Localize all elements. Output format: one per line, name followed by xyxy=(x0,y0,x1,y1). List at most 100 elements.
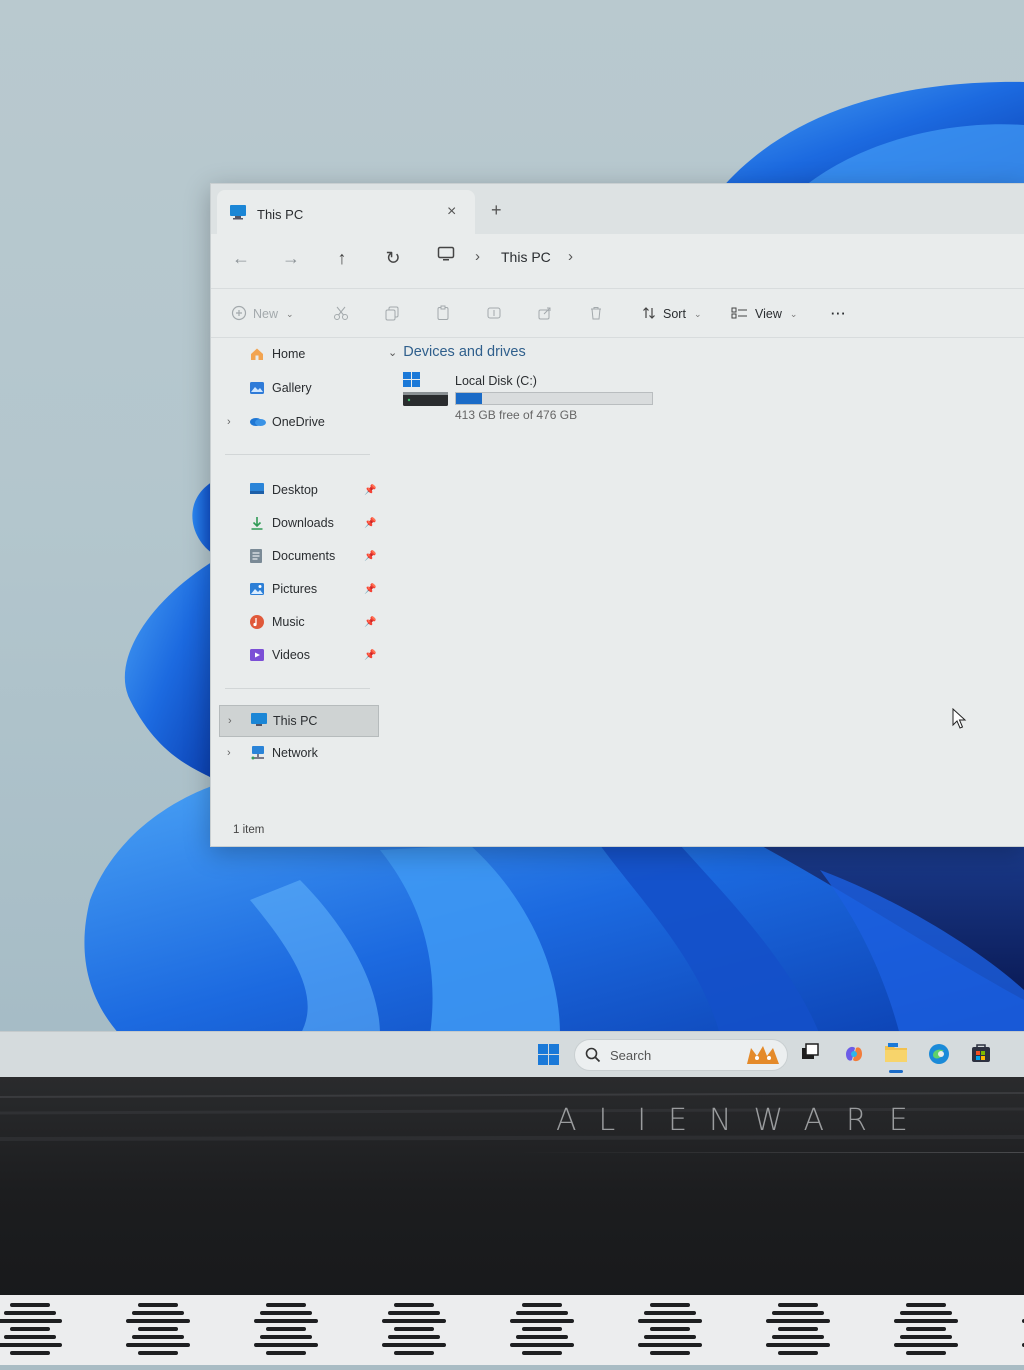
sort-label: Sort xyxy=(663,307,686,321)
sidebar-item-label: Home xyxy=(272,347,306,361)
tab-close-button[interactable]: × xyxy=(447,203,456,221)
new-button[interactable]: New ⌄ xyxy=(231,303,294,325)
mouse-pointer-icon xyxy=(952,707,968,735)
grille-slot xyxy=(894,1343,958,1347)
grille-slot xyxy=(772,1335,824,1339)
grille-slot xyxy=(266,1327,306,1331)
grille-slot xyxy=(10,1351,50,1355)
sidebar-item-onedrive[interactable]: › OneDrive xyxy=(219,408,377,436)
start-button[interactable] xyxy=(538,1044,560,1071)
this-pc-icon xyxy=(229,204,247,225)
pin-icon[interactable]: 📌 xyxy=(364,584,376,595)
task-view-icon[interactable] xyxy=(800,1042,820,1067)
new-tab-button[interactable]: + xyxy=(491,200,502,221)
sidebar-item-videos[interactable]: Videos 📌 xyxy=(219,641,377,669)
grille-slot xyxy=(766,1319,830,1323)
search-icon xyxy=(585,1047,601,1068)
breadcrumb-separator[interactable]: › xyxy=(475,248,480,265)
file-explorer-window: This PC × + ← → ↑ ↻ › This PC › New ⌄ So… xyxy=(210,183,1024,847)
status-item-count: 1 item xyxy=(233,824,265,836)
grille-slot xyxy=(138,1351,178,1355)
rename-button[interactable] xyxy=(486,303,502,325)
drive-tile-local-disk[interactable]: Local Disk (C:) 413 GB free of 476 GB xyxy=(403,372,663,428)
grille-slot xyxy=(650,1327,690,1331)
sidebar-item-label: Desktop xyxy=(272,483,318,497)
content-pane[interactable]: ⌄ Devices and drives Local Disk (C:) 413… xyxy=(381,336,1024,846)
breadcrumb-separator[interactable]: › xyxy=(568,248,573,265)
sidebar-divider xyxy=(225,688,370,689)
grille-slot xyxy=(260,1311,312,1315)
sidebar-item-pictures[interactable]: Pictures 📌 xyxy=(219,575,377,603)
edge-icon[interactable] xyxy=(927,1042,951,1071)
grille-slot xyxy=(0,1343,62,1347)
grille-slot xyxy=(644,1335,696,1339)
pin-icon[interactable]: 📌 xyxy=(364,518,376,529)
drive-free-space: 413 GB free of 476 GB xyxy=(455,408,578,422)
copy-icon xyxy=(384,305,400,324)
grille-slot xyxy=(254,1343,318,1347)
sidebar-item-network[interactable]: › Network xyxy=(219,739,377,767)
sidebar-item-label: Music xyxy=(272,615,305,629)
grille-slot xyxy=(900,1335,952,1339)
pin-icon[interactable]: 📌 xyxy=(364,551,376,562)
sidebar-item-home[interactable]: Home xyxy=(219,340,377,368)
back-button[interactable]: ← xyxy=(225,244,257,272)
taskbar-search-box[interactable]: Search xyxy=(574,1039,788,1071)
grille-slot xyxy=(388,1311,440,1315)
chevron-down-icon: ⌄ xyxy=(388,346,398,359)
view-label: View xyxy=(755,307,782,321)
grille-slot xyxy=(522,1351,562,1355)
view-button[interactable]: View ⌄ xyxy=(731,303,797,325)
forward-button[interactable]: → xyxy=(275,244,307,272)
delete-button[interactable] xyxy=(588,303,604,325)
chevron-down-icon: ⌄ xyxy=(789,308,798,319)
sidebar-item-desktop[interactable]: Desktop 📌 xyxy=(219,476,377,504)
sidebar-item-label: This PC xyxy=(273,714,318,728)
microsoft-store-icon[interactable] xyxy=(970,1042,992,1069)
sidebar-item-this-pc[interactable]: › This PC xyxy=(219,705,379,737)
chevron-right-icon[interactable]: › xyxy=(227,747,231,759)
file-explorer-icon[interactable] xyxy=(884,1042,908,1069)
copy-button[interactable] xyxy=(384,303,400,325)
grille-slot xyxy=(778,1327,818,1331)
grille-slot xyxy=(906,1351,946,1355)
cut-button[interactable] xyxy=(333,303,349,325)
grille-slot xyxy=(772,1311,824,1315)
grille-slot xyxy=(510,1319,574,1323)
breadcrumb-this-pc[interactable]: This PC xyxy=(501,249,551,265)
sidebar-item-label: Gallery xyxy=(272,381,312,395)
refresh-button[interactable]: ↻ xyxy=(377,244,409,272)
keyboard-grille xyxy=(0,1295,1024,1365)
monitor-icon[interactable] xyxy=(437,246,455,267)
paste-button[interactable] xyxy=(435,303,451,325)
sidebar-item-label: OneDrive xyxy=(272,415,325,429)
drive-icon xyxy=(403,372,449,417)
sidebar-item-music[interactable]: Music 📌 xyxy=(219,608,377,636)
sidebar-item-downloads[interactable]: Downloads 📌 xyxy=(219,509,377,537)
grille-slot xyxy=(382,1319,446,1323)
search-highlight-icon xyxy=(743,1042,783,1073)
chevron-right-icon[interactable]: › xyxy=(227,416,231,428)
sort-icon xyxy=(641,305,657,324)
share-button[interactable] xyxy=(537,303,553,325)
grille-slot xyxy=(766,1343,830,1347)
pin-icon[interactable]: 📌 xyxy=(364,650,376,661)
tab-this-pc[interactable]: This PC × xyxy=(217,190,475,234)
sidebar-item-documents[interactable]: Documents 📌 xyxy=(219,542,377,570)
copilot-icon[interactable] xyxy=(842,1042,866,1071)
pin-icon[interactable]: 📌 xyxy=(364,617,376,628)
sidebar-item-label: Pictures xyxy=(272,582,318,596)
grille-slot xyxy=(138,1327,178,1331)
navigation-bar: ← → ↑ ↻ xyxy=(211,234,1024,284)
group-header-devices[interactable]: ⌄ Devices and drives xyxy=(388,344,526,360)
sidebar-divider xyxy=(225,454,370,455)
more-options-button[interactable]: ··· xyxy=(831,303,847,325)
pin-icon[interactable]: 📌 xyxy=(364,485,376,496)
chevron-right-icon[interactable]: › xyxy=(228,715,232,727)
command-bar: New ⌄ Sort ⌄ View ⌄ ··· xyxy=(211,288,1024,338)
grille-slot xyxy=(4,1311,56,1315)
sidebar-item-gallery[interactable]: Gallery xyxy=(219,374,377,402)
sort-button[interactable]: Sort ⌄ xyxy=(641,303,701,325)
chevron-down-icon: ⌄ xyxy=(693,308,702,319)
up-button[interactable]: ↑ xyxy=(326,244,358,272)
